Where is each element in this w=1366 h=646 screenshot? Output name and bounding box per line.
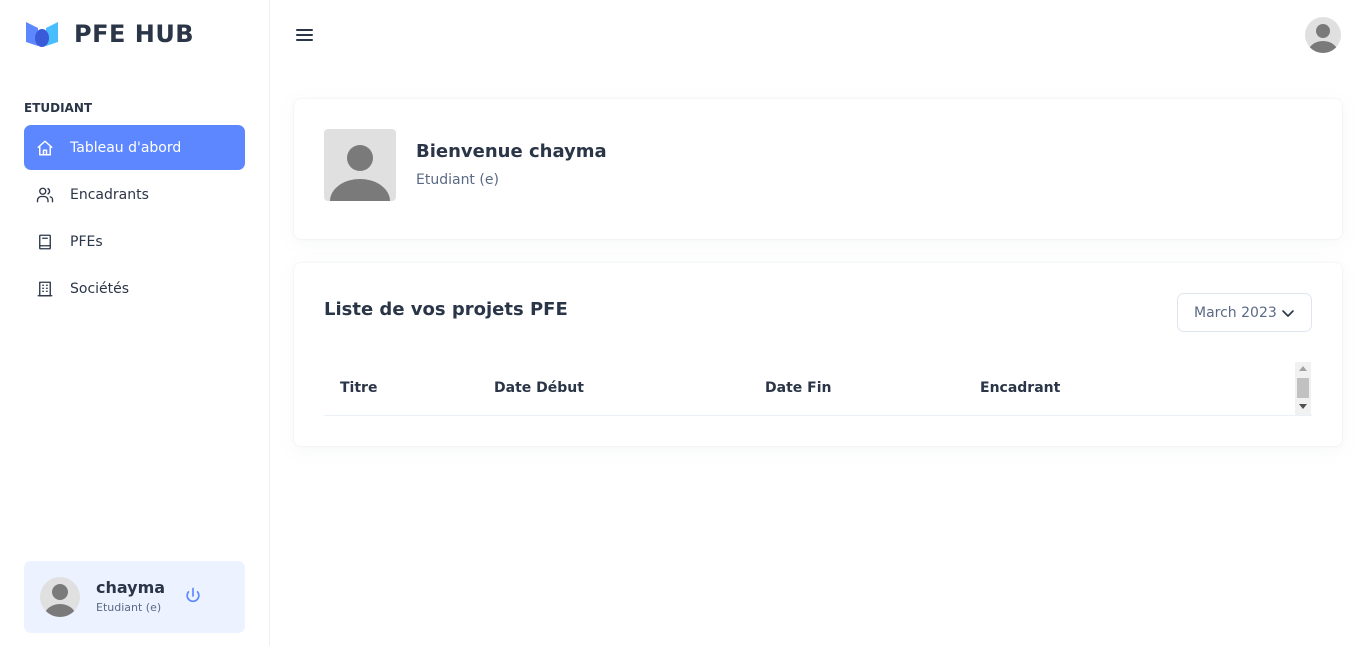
scroll-up-icon[interactable]	[1299, 366, 1307, 371]
column-header-titre: Titre	[340, 380, 378, 396]
month-select-value: March 2023	[1194, 304, 1277, 321]
welcome-subtitle: Etudiant (e)	[416, 172, 499, 188]
avatar	[1305, 17, 1341, 53]
column-header-encadrant: Encadrant	[980, 380, 1061, 396]
profile-name: chayma	[96, 578, 166, 597]
scroll-down-icon[interactable]	[1299, 404, 1307, 409]
sidebar-item-label: Encadrants	[70, 186, 149, 203]
logo-icon	[24, 20, 60, 48]
welcome-title: Bienvenue chayma	[416, 141, 607, 162]
menu-toggle-button[interactable]	[294, 24, 316, 46]
chevron-down-icon	[1281, 306, 1295, 320]
scroll-thumb[interactable]	[1297, 378, 1309, 398]
logout-button[interactable]	[183, 586, 203, 606]
projects-table: Titre Date Début Date Fin Encadrant	[324, 362, 1312, 416]
brand-name: PFE HUB	[74, 20, 195, 48]
sidebar-nav: Tableau d'abord Encadrants PFEs Sociétés	[24, 125, 245, 313]
sidebar-item-label: PFEs	[70, 233, 103, 250]
column-header-date-debut: Date Début	[494, 380, 584, 396]
projects-card: Liste de vos projets PFE March 2023 Titr…	[294, 263, 1342, 446]
users-icon	[36, 186, 54, 204]
avatar	[324, 129, 396, 201]
sidebar-item-pfes[interactable]: PFEs	[24, 219, 245, 264]
home-icon	[36, 139, 54, 157]
sidebar-item-label: Tableau d'abord	[70, 139, 182, 156]
profile-role: Etudiant (e)	[96, 601, 162, 614]
avatar	[40, 577, 80, 617]
sidebar: PFE HUB ETUDIANT Tableau d'abord Encadra…	[0, 0, 270, 646]
menu-icon	[296, 29, 313, 41]
section-title: ETUDIANT	[24, 101, 93, 115]
projects-title: Liste de vos projets PFE	[324, 299, 568, 320]
table-scrollbar[interactable]	[1295, 362, 1311, 415]
book-icon	[36, 233, 54, 251]
sidebar-item-label: Sociétés	[70, 280, 130, 297]
sidebar-item-societes[interactable]: Sociétés	[24, 266, 245, 311]
profile-card: chayma Etudiant (e)	[24, 561, 245, 633]
month-select[interactable]: March 2023	[1177, 293, 1312, 332]
column-header-date-fin: Date Fin	[765, 380, 832, 396]
user-avatar-button[interactable]	[1305, 17, 1341, 53]
sidebar-item-encadrants[interactable]: Encadrants	[24, 172, 245, 217]
welcome-card: Bienvenue chayma Etudiant (e)	[294, 99, 1342, 239]
power-icon	[186, 587, 200, 603]
building-icon	[36, 280, 54, 298]
brand[interactable]: PFE HUB	[24, 20, 194, 48]
sidebar-item-dashboard[interactable]: Tableau d'abord	[24, 125, 245, 170]
